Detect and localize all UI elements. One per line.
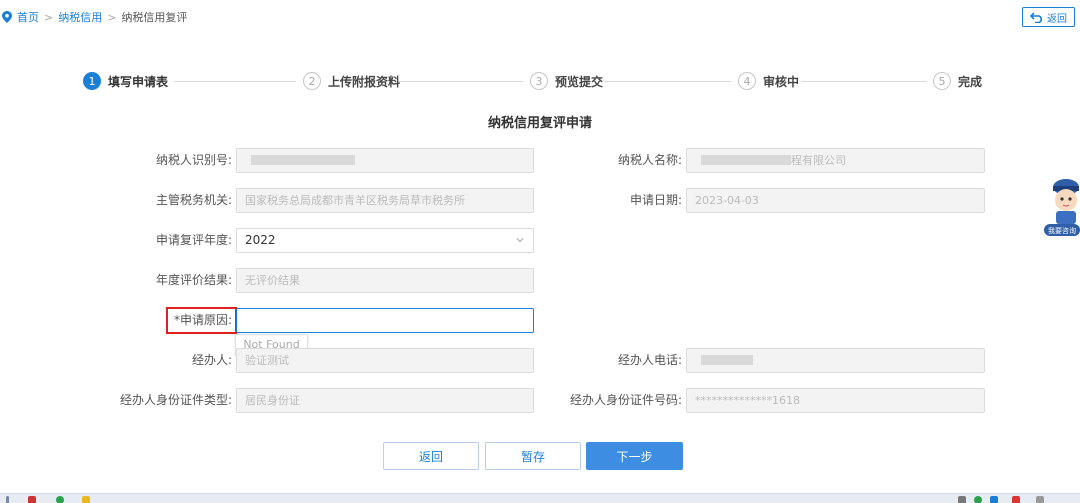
page: 首页 > 纳税信用 > 纳税信用复评 返回 1 填写申请表 2 上传附报资料 3… [0,0,1080,503]
review-year-label: 申请复评年度: [155,233,232,247]
top-back-button[interactable]: 返回 [1022,7,1075,27]
tray-app-icon[interactable] [1012,496,1020,503]
apply-date-label: 申请日期: [629,193,682,207]
tray-volume-icon[interactable] [1036,496,1044,503]
step-complete: 5 完成 [933,72,982,90]
breadcrumb: 首页 > 纳税信用 > 纳税信用复评 [2,8,187,26]
step-connector [801,81,927,82]
form-title: 纳税信用复评申请 [487,116,592,131]
tray-icon[interactable] [958,496,966,503]
step-fill-form: 1 填写申请表 [83,72,168,90]
tray-wechat-icon[interactable] [974,496,982,503]
location-pin-icon [2,11,12,23]
taskbar-divider-icon [6,496,9,503]
handler-phone-field [686,348,985,373]
handler-label: 经办人: [191,353,232,367]
handler-phone-label: 经办人电话: [617,353,682,367]
step-label: 预览提交 [555,74,604,89]
id-number-field: **************1618 [686,388,985,413]
step-number: 4 [738,72,756,90]
taxpayer-id-label: 纳税人识别号: [155,153,232,167]
breadcrumb-separator: > [44,10,54,24]
step-number: 3 [530,72,548,90]
taxpayer-name-label: 纳税人名称: [617,153,682,167]
step-preview-submit: 3 预览提交 [530,72,603,90]
step-number: 2 [303,72,321,90]
breadcrumb-section[interactable]: 纳税信用 [58,9,102,25]
redacted-value [701,155,791,165]
redacted-value [251,155,355,165]
redacted-value [701,355,753,365]
breadcrumb-home[interactable]: 首页 [17,9,39,25]
help-mascot-icon[interactable]: 我要咨询 [1044,172,1080,242]
reason-input[interactable] [236,308,534,333]
step-label: 上传附报资料 [328,74,401,89]
step-upload-attachments: 2 上传附报资料 [303,72,400,90]
taxpayer-name-value: 程有限公司 [791,154,846,167]
step-label: 填写申请表 [108,74,169,89]
step-connector [174,81,296,82]
taskbar-app-icon[interactable] [28,496,36,503]
annual-result-field: 无评价结果 [236,268,534,293]
review-year-value: 2022 [245,233,276,247]
taxpayer-name-field: 程有限公司 [686,148,985,173]
review-year-select[interactable]: 2022 [236,228,534,253]
taskbar-folder-icon[interactable] [82,496,90,503]
taskbar-browser-icon[interactable] [56,496,64,503]
step-under-review: 4 审核中 [738,72,799,90]
handler-field: 验证测试 [236,348,534,373]
top-back-label: 返回 [1047,13,1067,25]
return-arrow-icon [1030,11,1042,23]
tax-authority-label: 主管税务机关: [155,193,232,207]
step-number: 5 [933,72,951,90]
apply-date-field: 2023-04-03 [686,188,985,213]
next-step-button[interactable]: 下一步 [586,442,683,470]
save-draft-button[interactable]: 暂存 [485,442,581,470]
step-label: 完成 [958,74,983,89]
id-type-field: 居民身份证 [236,388,534,413]
step-label: 审核中 [763,74,800,89]
breadcrumb-current: 纳税信用复评 [121,11,188,24]
tax-authority-field: 国家税务总局成都市青羊区税务局草市税务所 [236,188,534,213]
id-number-label: 经办人身份证件号码: [569,393,682,407]
id-type-label: 经办人身份证件类型: [119,393,232,407]
os-taskbar [0,493,1080,503]
mascot-caption: 我要咨询 [1048,226,1076,235]
step-number: 1 [83,72,101,90]
step-connector [399,81,523,82]
step-connector [604,81,731,82]
taxpayer-id-field [236,148,534,173]
tray-network-icon[interactable] [990,496,998,503]
chevron-down-icon [516,238,524,243]
annual-result-label: 年度评价结果: [155,273,232,287]
breadcrumb-separator: > [107,10,117,24]
reason-label: *申请原因: [173,313,232,327]
back-button[interactable]: 返回 [383,442,479,470]
